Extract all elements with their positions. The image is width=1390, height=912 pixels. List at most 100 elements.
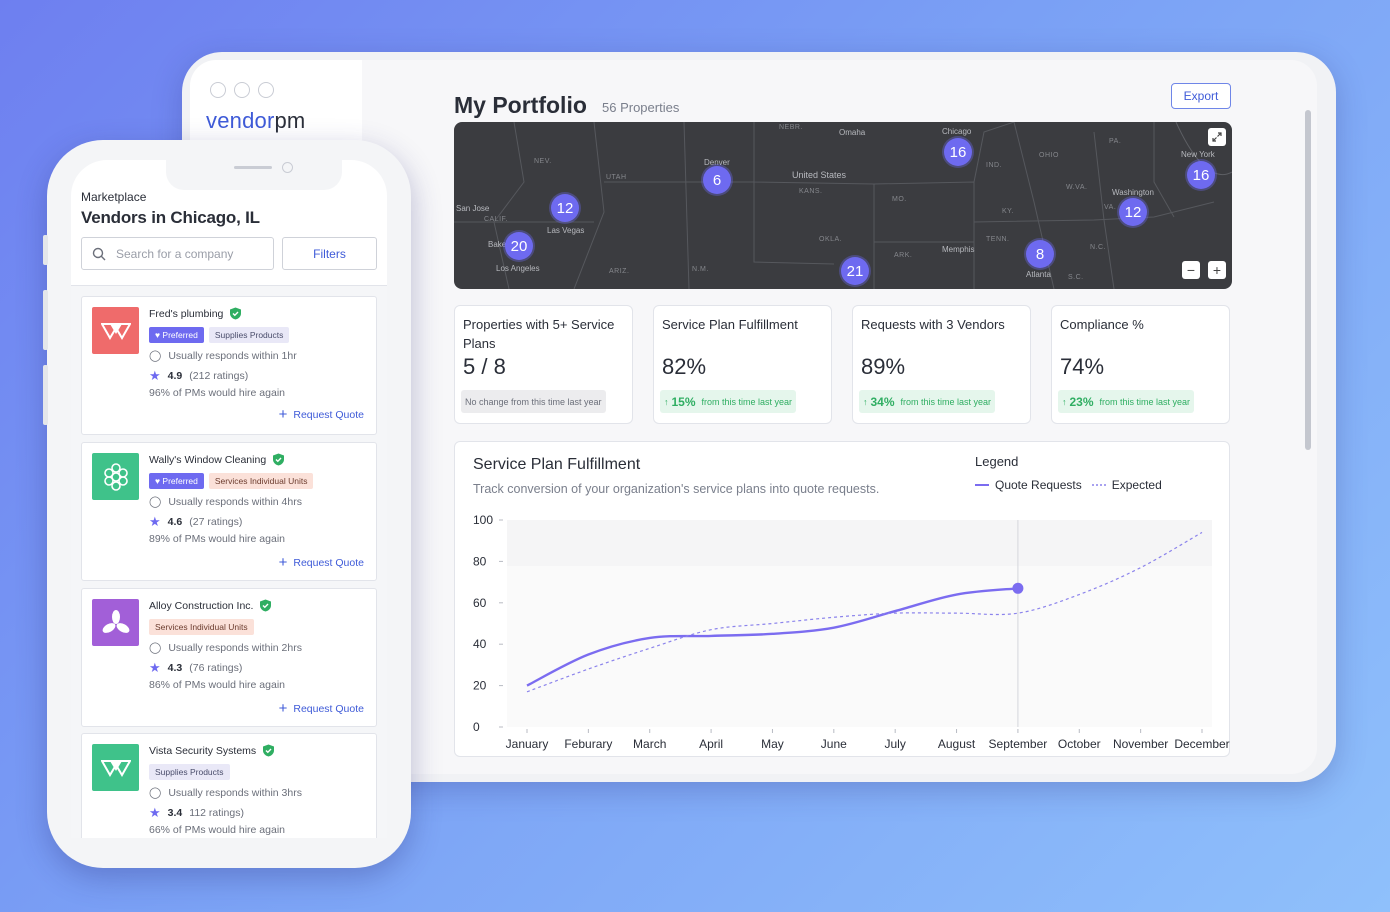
map-label: San Jose (456, 204, 490, 213)
category-badge: Services Individual Units (149, 619, 254, 635)
page-title: Vendors in Chicago, IL (81, 208, 260, 227)
ratings-count: 112 ratings) (189, 807, 244, 819)
portfolio-screen: My Portfolio 56 Properties Export NEBR. … (362, 60, 1317, 774)
rating-row: ★ 4.3 (76 ratings) (149, 660, 242, 676)
vendor-name[interactable]: Fred's plumbing (149, 308, 223, 320)
map-label: ARIZ. (609, 268, 630, 275)
request-quote-label: Request Quote (293, 556, 364, 569)
vendor-card[interactable]: Wally's Window Cleaning ♥ Preferred Serv… (81, 442, 377, 581)
preferred-badge: ♥ Preferred (149, 473, 204, 489)
phone-device: Marketplace Vendors in Chicago, IL Filte… (43, 140, 411, 868)
vendor-list[interactable]: Fred's plumbing ♥ Preferred Supplies Pro… (71, 285, 387, 838)
plus-icon: + (278, 406, 288, 423)
metric-value: 82% (662, 354, 707, 379)
x-tick-label: March (633, 737, 666, 751)
window-maximize-button[interactable] (258, 82, 274, 98)
metric-title: Service Plan Fulfillment (662, 317, 798, 332)
vendor-name-row: Fred's plumbing (149, 307, 242, 320)
map-cluster-pin[interactable]: 16 (1187, 161, 1215, 189)
rating-row: ★ 4.6 (27 ratings) (149, 514, 242, 530)
hire-again-text: 66% of PMs would hire again (149, 824, 285, 836)
verified-shield-icon (260, 599, 272, 612)
export-button[interactable]: Export (1171, 83, 1231, 109)
metric-change-text: from this time last year (701, 396, 793, 407)
y-tick-label: 0 (473, 720, 480, 734)
heart-icon: ♥ (155, 476, 161, 486)
metric-change-pct: 34% (870, 394, 895, 409)
vendor-name-row: Vista Security Systems (149, 744, 275, 757)
map-label: N.C. (1090, 244, 1106, 251)
metric-value: 89% (861, 354, 906, 379)
response-time: ◯ Usually responds within 1hr (149, 349, 297, 363)
window-controls (210, 82, 274, 98)
vendor-name[interactable]: Wally's Window Cleaning (149, 454, 266, 466)
vendor-logo (92, 307, 139, 354)
x-tick-label: December (1174, 737, 1229, 751)
vendor-card[interactable]: Vista Security Systems Supplies Products… (81, 733, 377, 838)
map-label: NEBR. (779, 124, 803, 131)
verified-shield-icon (273, 453, 285, 466)
response-text: Usually responds within 4hrs (168, 495, 302, 508)
window-close-button[interactable] (210, 82, 226, 98)
category-badge: Supplies Products (208, 327, 290, 343)
verified-shield-icon (230, 307, 242, 320)
map-label: N.M. (692, 266, 709, 273)
x-tick-label: September (989, 737, 1048, 751)
vendor-card[interactable]: Fred's plumbing ♥ Preferred Supplies Pro… (81, 296, 377, 435)
line-chart[interactable]: 0 20 40 60 80 100 January Feburary March April May… (455, 442, 1231, 758)
arrow-up-icon: ↑ (1062, 396, 1067, 407)
badge-label: Preferred (162, 476, 198, 486)
expand-icon[interactable] (1208, 128, 1226, 146)
properties-map[interactable]: NEBR. Omaha Chicago OHIO PA. New York NE… (454, 122, 1232, 289)
arrow-up-icon: ↑ (664, 396, 669, 407)
vendor-badges: Supplies Products (149, 764, 230, 780)
speaker (234, 166, 272, 169)
map-cluster-pin[interactable]: 6 (703, 166, 731, 194)
map-cluster-pin[interactable]: 20 (505, 232, 533, 260)
plot-band (507, 520, 1212, 566)
map-label: United States (792, 170, 847, 180)
search-input[interactable] (116, 246, 256, 261)
vendor-name[interactable]: Alloy Construction Inc. (149, 600, 253, 612)
ratings-count: (76 ratings) (189, 662, 243, 674)
map-label: Omaha (839, 128, 866, 137)
logo-suffix: pm (274, 108, 306, 133)
page-scrollbar[interactable] (1305, 110, 1311, 450)
vendor-name[interactable]: Vista Security Systems (149, 745, 256, 757)
star-icon: ★ (149, 514, 161, 529)
window-minimize-button[interactable] (234, 82, 250, 98)
request-quote-button[interactable]: + Request Quote (279, 407, 364, 422)
arrow-up-icon: ↑ (863, 396, 868, 407)
rating-row: ★ 4.9 (212 ratings) (149, 368, 248, 384)
zoom-out-button[interactable]: − (1182, 261, 1200, 279)
plus-icon: + (278, 554, 288, 571)
x-tick-label: October (1058, 737, 1101, 751)
rating-value: 3.4 (167, 807, 183, 819)
zoom-in-button[interactable]: + (1208, 261, 1226, 279)
request-quote-button[interactable]: + Request Quote (279, 701, 364, 716)
request-quote-label: Request Quote (293, 702, 364, 715)
map-cluster-pin[interactable]: 12 (551, 194, 579, 222)
x-tick-label: May (761, 737, 784, 751)
vendor-name-row: Alloy Construction Inc. (149, 599, 272, 612)
vendor-name-row: Wally's Window Cleaning (149, 453, 285, 466)
filters-button[interactable]: Filters (282, 237, 377, 270)
page-title: My Portfolio (454, 92, 587, 118)
metric-change-badge: ↑ 15% from this time last year (660, 390, 797, 413)
fulfillment-chart-card: Service Plan Fulfillment Track conversio… (454, 441, 1230, 757)
request-quote-button[interactable]: + Request Quote (279, 555, 364, 570)
metric-change-badge: ↑ 23% from this time last year (1058, 390, 1195, 413)
vendor-card[interactable]: Alloy Construction Inc. Services Individ… (81, 588, 377, 727)
phone-side-button (43, 290, 48, 350)
map-cluster-pin[interactable]: 12 (1119, 198, 1147, 226)
map-cluster-pin[interactable]: 16 (944, 138, 972, 166)
map-label: Washington (1112, 188, 1154, 197)
search-box[interactable] (81, 237, 274, 270)
map-cluster-pin[interactable]: 21 (841, 257, 869, 285)
heart-icon: ♥ (155, 330, 161, 340)
search-icon (92, 247, 106, 260)
map-cluster-pin[interactable]: 8 (1026, 240, 1054, 268)
ratings-count: (212 ratings) (189, 370, 249, 382)
y-tick-label: 40 (473, 637, 487, 651)
vendorpm-logo[interactable]: vendorpm (206, 108, 305, 134)
